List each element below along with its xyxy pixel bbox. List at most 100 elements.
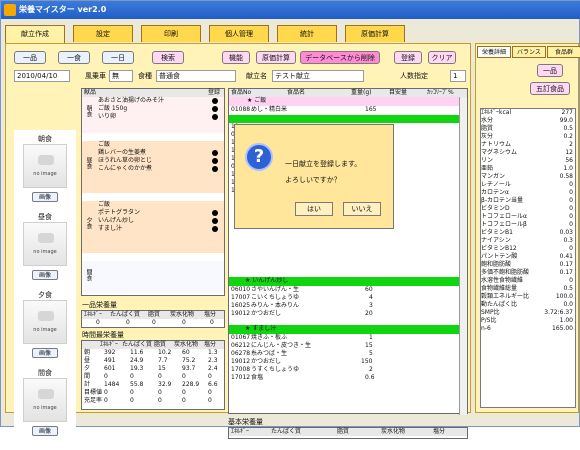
- ingredient-row[interactable]: 19012 かつおだし 20: [229, 310, 467, 318]
- breakfast-image-group: 朝食 no image 画像: [16, 134, 74, 202]
- nutrient-value: 0: [569, 213, 573, 220]
- ingredient-row[interactable]: 17008 うすくちしょうゆ 2: [229, 366, 467, 374]
- time-value: 228.9: [182, 381, 200, 388]
- no-button[interactable]: いいえ: [343, 202, 381, 216]
- one-meal-button[interactable]: 一食: [58, 51, 90, 64]
- ingredient-weight: 0.6: [365, 374, 375, 381]
- basic-nutrition-table: ｴﾈﾙｷﾞｰ たんぱく質 脂質 炭水化物 塩分: [228, 427, 468, 439]
- menu-item[interactable]: 鶏レバーの生姜煮: [98, 149, 146, 157]
- menu-item[interactable]: こんにゃくのかか煮: [98, 165, 152, 173]
- nutrient-value: 0.5: [563, 125, 573, 132]
- nutrient-name: 水分: [481, 117, 494, 124]
- tab-statistics[interactable]: 統計: [277, 25, 337, 42]
- tab-balance[interactable]: バランス: [512, 46, 546, 58]
- nutrient-value: 0: [569, 205, 573, 212]
- yes-button[interactable]: はい: [295, 202, 333, 216]
- menu-name-field[interactable]: テスト献立: [272, 70, 364, 82]
- single-item-fat-value: 0: [152, 319, 156, 326]
- ingredient-weight: 2: [369, 366, 373, 373]
- registered-dot: [212, 106, 218, 112]
- menu-item[interactable]: いり卵: [98, 113, 116, 121]
- ingredient-row[interactable]: 17012 食塩 0.6: [229, 374, 467, 382]
- ingredient-name: めし・精白米: [251, 106, 288, 113]
- ingredient-name: 焼きふ・板ふ: [251, 334, 288, 341]
- tab-cost-calc[interactable]: 原価計算: [345, 25, 405, 42]
- menu-item[interactable]: ほうれん草の卵とじ: [98, 157, 152, 165]
- basic-header-energy: ｴﾈﾙｷﾞｰ: [231, 428, 250, 435]
- ingredient-row[interactable]: 06278 糸みつば・生 5: [229, 350, 467, 358]
- ingredient-row[interactable]: 06010 さやいんげん・生 60: [229, 286, 467, 294]
- nutrient-name: ビタミンB1: [481, 229, 513, 236]
- tab-nutrition-detail[interactable]: 栄養詳細: [477, 46, 511, 58]
- people-select[interactable]: 1: [450, 70, 466, 82]
- nutrient-value: 0: [569, 221, 573, 228]
- one-dish-button[interactable]: 一品: [14, 51, 46, 64]
- dinner-section-label: 夕食: [85, 217, 92, 229]
- ingredient-row[interactable]: 01088 めし・精白米 165: [229, 106, 467, 114]
- nutrient-list: ｴﾈﾙｷﾞｰkcal 277 水分 99.0 脂質 0.5 灰分 0.2 ナトリウム 2 …: [480, 108, 576, 408]
- menu-item[interactable]: ご飯: [98, 141, 110, 149]
- dinner-image-button[interactable]: 画像: [32, 348, 58, 358]
- ingredient-row[interactable]: 16025 みりん・本みりん 3: [229, 302, 467, 310]
- right-one-dish-button[interactable]: 一品: [537, 64, 563, 77]
- basic-header-salt: 塩分: [433, 428, 446, 435]
- menu-item[interactable]: いんげん炒し: [98, 217, 134, 225]
- date-field[interactable]: 2010/04/10: [14, 70, 70, 82]
- no-image-label: no image: [33, 249, 57, 255]
- ingredient-name: かつおだし: [251, 310, 282, 317]
- tab-food-groups[interactable]: 食品群: [547, 46, 580, 58]
- nutrient-value: 0: [569, 197, 573, 204]
- lunch-image-button[interactable]: 画像: [32, 270, 58, 280]
- ingredient-no: 01088: [231, 106, 251, 113]
- ingredient-scrollbar[interactable]: [459, 97, 467, 415]
- time-value: 0: [130, 373, 134, 380]
- group-title: ★ すまし汁: [245, 325, 277, 332]
- right-detail-panel: 栄養詳細 バランス 食品群 一品 五訂食品 ｴﾈﾙｷﾞｰkcal 277 水分 99…: [475, 43, 580, 413]
- menu-item[interactable]: ポテトグラタン: [98, 209, 140, 217]
- tab-personal-management[interactable]: 個人管理: [209, 25, 269, 42]
- ingredient-row[interactable]: 01067 焼きふ・板ふ 1: [229, 334, 467, 342]
- time-value: 2.4: [208, 365, 218, 372]
- breakfast-image-button[interactable]: 画像: [32, 192, 58, 202]
- ingredient-header-percent: ｶｯｺﾘｰﾌﾟ%: [427, 89, 454, 96]
- basic-header-fat: 脂質: [337, 428, 350, 435]
- time-row-label: 充足率: [84, 397, 103, 404]
- ingredient-row[interactable]: 19012 かつおだし 150: [229, 358, 467, 366]
- group-title: ★ いんげん炒し: [245, 277, 289, 284]
- clear-button[interactable]: クリア: [428, 51, 456, 64]
- time-row-fulfillment: 充足率 0 0 0 0 0: [82, 397, 224, 405]
- nutrient-value: 0.41: [559, 253, 573, 260]
- time-row-lunch: 昼 491 24.9 7.7 75.2 2.3: [82, 357, 224, 365]
- tab-print[interactable]: 印刷: [141, 25, 201, 42]
- registered-dot: [212, 218, 218, 224]
- single-item-header-protein: たんぱく質: [110, 311, 141, 318]
- search-button[interactable]: 検索: [152, 51, 184, 64]
- nutrient-value: 0.0: [563, 301, 573, 308]
- ingredient-row[interactable]: 17007 こいくちしょうゆ 4: [229, 294, 467, 302]
- register-button[interactable]: 登録: [394, 51, 422, 64]
- weekday-select[interactable]: 無: [109, 70, 133, 82]
- tab-settings[interactable]: 設定: [73, 25, 133, 42]
- menu-item[interactable]: ご飯: [98, 201, 110, 209]
- five-food-button[interactable]: 五訂食品: [530, 82, 570, 95]
- time-value: 0: [158, 373, 162, 380]
- one-day-button[interactable]: 一日: [102, 51, 134, 64]
- function-button[interactable]: 機能: [222, 51, 250, 64]
- nutrient-name: 食物繊維総量: [481, 285, 518, 292]
- cost-calc-button[interactable]: 原価計算: [256, 51, 296, 64]
- snack-image-button[interactable]: 画像: [32, 426, 58, 436]
- menu-item[interactable]: あおさと油揚げのみそ汁: [98, 97, 164, 105]
- time-header-salt: 塩分: [204, 341, 217, 348]
- tab-menu-creation[interactable]: 献立作成: [5, 25, 65, 43]
- nutrient-value: 0.5: [563, 285, 573, 292]
- meal-type-select[interactable]: 普通食: [156, 70, 236, 82]
- nutrient-value: 0.17: [559, 261, 573, 268]
- group-title: ★ ご飯: [247, 97, 267, 104]
- confirm-register-dialog: ? 一日献立を登録します。 よろしいですか？ はい いいえ: [234, 124, 394, 229]
- ingredient-name: うすくちしょうゆ: [251, 366, 300, 373]
- menu-item[interactable]: ご飯 150g: [98, 105, 127, 113]
- menu-item[interactable]: すまし汁: [98, 225, 122, 233]
- nutrient-value: 0: [569, 245, 573, 252]
- ingredient-row[interactable]: 06212 にんじん・皮つき・生 15: [229, 342, 467, 350]
- delete-database-button[interactable]: データベースから削除: [300, 51, 380, 64]
